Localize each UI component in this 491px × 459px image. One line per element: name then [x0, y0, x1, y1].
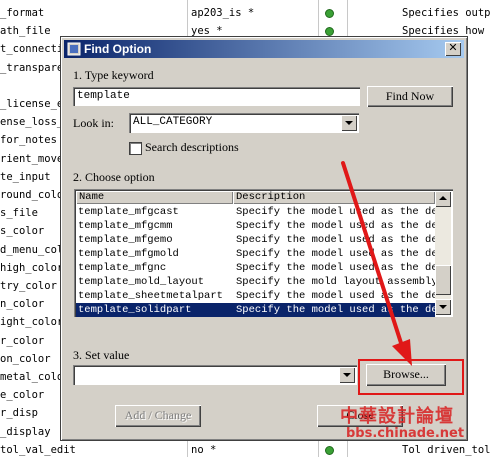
option-description: Specify the model used as the def — [236, 248, 435, 260]
option-row[interactable]: template_solidpart Specify the model used… — [76, 303, 435, 317]
chevron-down-icon[interactable] — [341, 115, 357, 131]
dialog-titlebar[interactable]: Find Option ✕ — [64, 40, 464, 58]
scroll-thumb[interactable] — [435, 265, 451, 295]
status-dot-icon — [325, 445, 334, 455]
option-name: template_mfgnc — [78, 262, 167, 274]
step2-label: 2. Choose option — [73, 170, 155, 184]
step3-label: 3. Set value — [73, 348, 130, 362]
option-name: template_mfgemo — [78, 234, 173, 246]
search-descriptions-checkbox[interactable] — [129, 142, 142, 155]
bg-row-value: no * — [191, 443, 217, 456]
set-value-select[interactable] — [73, 365, 357, 385]
watermark-title: 中華設計論壇 — [340, 406, 454, 427]
keyword-input[interactable]: template — [73, 87, 360, 106]
watermark-url: bbs.chinade.net — [346, 426, 465, 441]
column-header-description[interactable]: Description — [233, 191, 435, 204]
bg-row-name: tol_val_edit — [0, 443, 76, 456]
options-scrollbar[interactable] — [435, 191, 451, 315]
look-in-label: Look in: — [73, 116, 114, 130]
look-in-select[interactable]: ALL_CATEGORY — [129, 113, 359, 133]
option-name: template_solidpart — [78, 304, 192, 316]
bg-row-desc: Tol driven_tol — [402, 443, 491, 456]
window-app-icon — [67, 42, 81, 56]
close-icon[interactable]: ✕ — [445, 42, 461, 56]
column-header-name[interactable]: Name — [76, 191, 233, 204]
option-name: template_mfgcast — [78, 206, 179, 218]
chevron-down-icon[interactable] — [339, 367, 355, 383]
option-name: template_mfgcmm — [78, 220, 173, 232]
look-in-value: ALL_CATEGORY — [133, 116, 213, 128]
option-row[interactable]: template_mfgnc Specify the model used as … — [76, 261, 435, 275]
step1-label: 1. Type keyword — [73, 68, 154, 82]
scroll-up-icon[interactable] — [435, 191, 451, 207]
options-list[interactable]: Name Description template_mfgcast Specify… — [74, 189, 453, 317]
scroll-down-icon[interactable] — [435, 299, 451, 315]
option-description: Specify the model used as the def — [236, 262, 435, 274]
option-description: Specify the mold layout assembly — [236, 276, 435, 288]
option-name: template_mfgmold — [78, 248, 179, 260]
bg-row-value: ap203_is * — [191, 7, 255, 19]
status-dot-icon — [325, 9, 334, 18]
option-name: template_sheetmetalpart — [78, 290, 223, 302]
option-name: template_mold_layout — [78, 276, 205, 288]
bg-row-desc: Specifies outpu — [402, 7, 491, 19]
option-row[interactable]: template_mfgcast Specify the model used a… — [76, 205, 435, 219]
bg-row-name: _format — [0, 7, 45, 19]
dialog-title: Find Option — [84, 42, 152, 56]
option-row[interactable]: template_mfgemo Specify the model used as… — [76, 233, 435, 247]
option-description: Specify the model used as the def — [236, 220, 435, 232]
option-description: Specify the model used as the def — [236, 304, 435, 316]
option-row[interactable]: template_mold_layout Specify the mold lay… — [76, 275, 435, 289]
search-descriptions-label: Search descriptions — [145, 140, 239, 154]
option-description: Specify the model used as the def — [236, 290, 435, 302]
option-row[interactable]: template_mfgcmm Specify the model used as… — [76, 219, 435, 233]
option-description: Specify the model used as the def — [236, 234, 435, 246]
option-description: Specify the model used as the def — [236, 206, 435, 218]
option-row[interactable]: template_mfgmold Specify the model used a… — [76, 247, 435, 261]
annotation-highlight-box — [358, 359, 464, 395]
option-row[interactable]: template_sheetmetalpart Specify the model… — [76, 289, 435, 303]
add-change-button[interactable]: Add / Change — [115, 405, 201, 427]
find-now-button[interactable]: Find Now — [367, 86, 453, 107]
